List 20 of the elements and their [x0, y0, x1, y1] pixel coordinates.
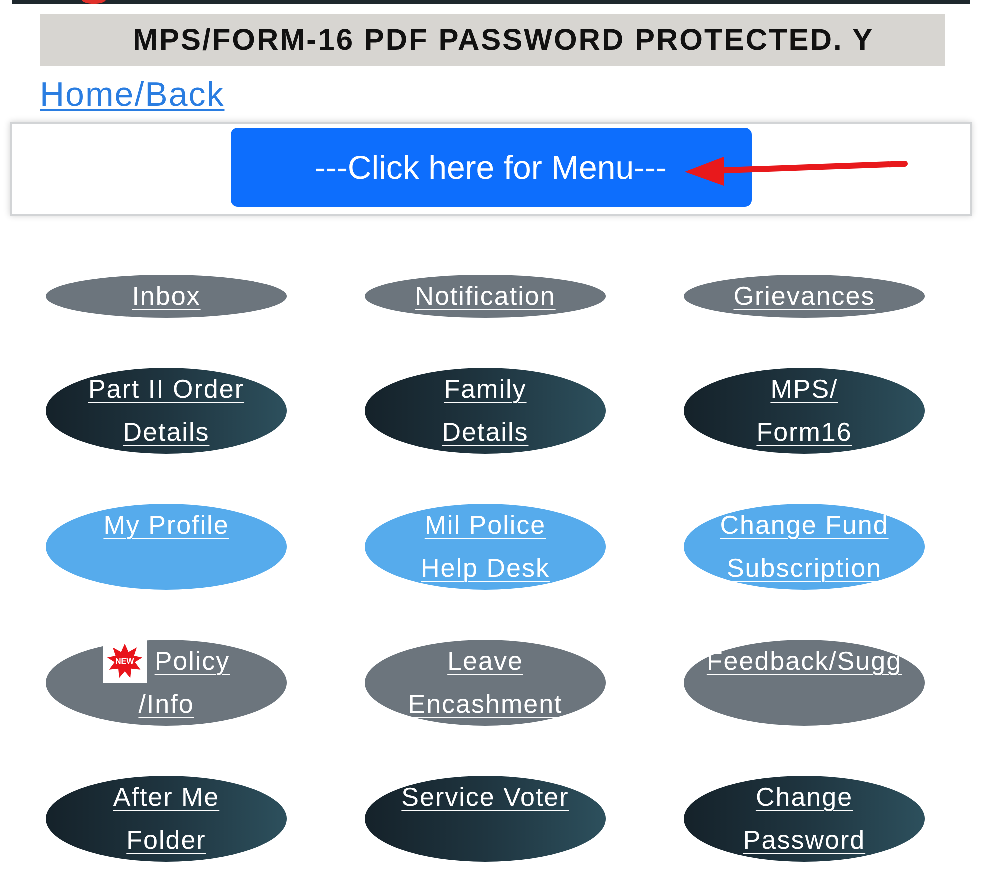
- menu-tile[interactable]: My Profile: [46, 504, 287, 590]
- new-badge: NEW: [102, 640, 147, 683]
- logo-icon: [82, 0, 106, 4]
- menu-tile[interactable]: Change Fund Subscription: [684, 504, 925, 590]
- menu-tile[interactable]: Feedback/Sugg: [684, 640, 925, 726]
- menu-tile[interactable]: Notification: [365, 275, 606, 318]
- menu-tile[interactable]: Leave Encashment: [365, 640, 606, 726]
- menu-tile[interactable]: Inbox: [46, 275, 287, 318]
- menu-tile[interactable]: Part II Order Details: [46, 368, 287, 454]
- home-back-link[interactable]: Home/Back: [40, 77, 225, 113]
- menu-tile[interactable]: Grievances: [684, 275, 925, 318]
- menu-tile[interactable]: After Me Folder: [46, 776, 287, 862]
- banner-text: MPS/FORM-16 PDF PASSWORD PROTECTED. Y: [133, 22, 874, 58]
- menu-tile[interactable]: Change Password: [684, 776, 925, 862]
- menu-tile[interactable]: Mil Police Help Desk: [365, 504, 606, 590]
- menu-tile[interactable]: Service Voter: [365, 776, 606, 862]
- menu-button[interactable]: ---Click here for Menu---: [230, 128, 752, 207]
- menu-tile[interactable]: Family Details: [365, 368, 606, 454]
- menu-tile[interactable]: MPS/ Form16: [684, 368, 925, 454]
- menu-tile[interactable]: NEW Policy /Info: [46, 640, 287, 726]
